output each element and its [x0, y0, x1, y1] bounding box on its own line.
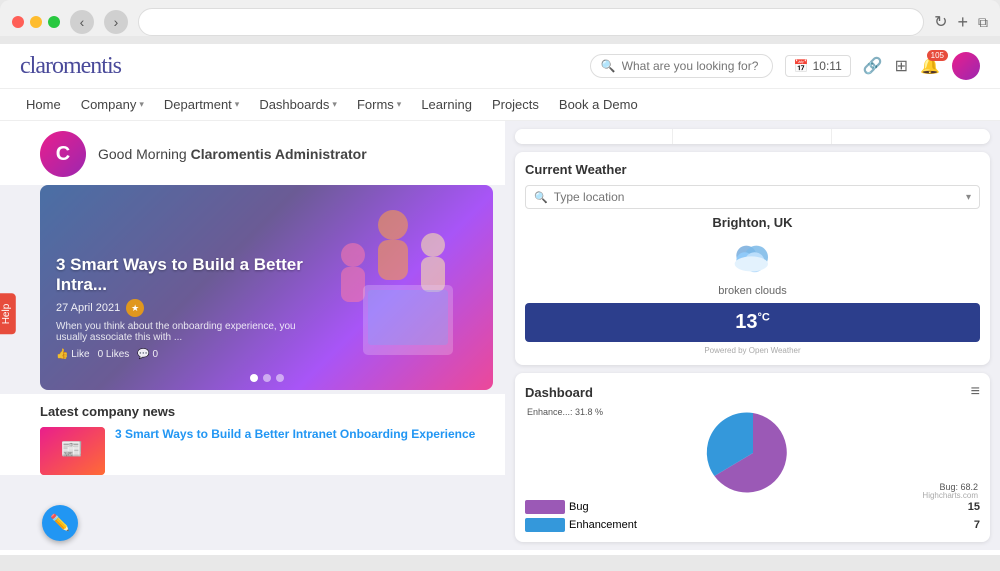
quick-access-grid: ▶ Onboarding Training ★	[515, 129, 990, 144]
nav-item-projects[interactable]: Projects	[482, 89, 549, 120]
notification-button[interactable]: 🔔 105	[920, 56, 940, 76]
nav-bar: Home Company ▾ Department ▾ Dashboards ▾…	[0, 89, 1000, 121]
hero-comments: 💬 0	[137, 349, 158, 360]
news-item: 📰 3 Smart Ways to Build a Better Intrane…	[40, 427, 493, 475]
new-tab-button[interactable]: +	[957, 12, 968, 33]
traffic-light-yellow[interactable]	[30, 16, 42, 28]
weather-description: broken clouds	[525, 285, 980, 297]
address-bar[interactable]	[138, 8, 924, 36]
quick-item-eforms[interactable]: ✓ E-forms	[832, 129, 990, 144]
weather-search-icon: 🔍	[534, 191, 548, 204]
quick-item-onboarding[interactable]: ▶ Onboarding Training	[515, 129, 673, 144]
link-icon-button[interactable]: 🔗	[863, 56, 883, 76]
weather-card: Current Weather 🔍 ▾ Brighton, UK	[515, 152, 990, 365]
legend-item-bug: Bug 15	[525, 500, 980, 514]
nav-item-home[interactable]: Home	[16, 89, 71, 120]
header-search: 🔍	[590, 54, 773, 78]
logo: claromentis	[20, 53, 121, 80]
greeting-text: Good Morning Claromentis Administrator	[98, 146, 367, 162]
carousel-dot-1[interactable]	[250, 374, 258, 382]
hero-description: When you think about the onboarding expe…	[56, 321, 305, 343]
nav-item-book-demo[interactable]: Book a Demo	[549, 89, 648, 120]
hero-banner: 3 Smart Ways to Build a Better Intra... …	[40, 185, 493, 390]
nav-item-department[interactable]: Department ▾	[154, 89, 249, 120]
dashboard-title: Dashboard	[525, 385, 593, 400]
svg-text:📰: 📰	[61, 439, 83, 459]
legend-item-enhancement: Enhancement 7	[525, 518, 980, 532]
time-display: 📅 10:11	[785, 55, 851, 77]
reload-button[interactable]: ↻	[934, 12, 947, 32]
nav-item-forms[interactable]: Forms ▾	[347, 89, 411, 120]
hero-likes-count: 0 Likes	[98, 349, 130, 360]
weather-temperature: 13°C	[525, 303, 980, 342]
hero-date: 27 April 2021	[56, 302, 120, 314]
onboarding-icon: ▶	[576, 141, 612, 144]
nav-forward-button[interactable]: ›	[104, 10, 128, 34]
edit-icon: ✏️	[50, 513, 70, 533]
dashboard-menu-button[interactable]: ≡	[971, 383, 980, 401]
edit-fab[interactable]: ✏️	[42, 505, 78, 541]
help-tab[interactable]: Help	[0, 294, 16, 335]
weather-location-display: Brighton, UK	[525, 215, 980, 230]
company-logo: C	[40, 131, 86, 177]
grid-icon-button[interactable]: ⊞	[895, 56, 908, 76]
legend-color-enhancement	[525, 518, 565, 532]
right-panel: ▶ Onboarding Training ★	[505, 121, 1000, 550]
bug-count: 15	[968, 501, 980, 513]
news-thumbnail: 📰	[40, 427, 105, 475]
carousel-dot-2[interactable]	[263, 374, 271, 382]
traffic-lights	[12, 16, 60, 28]
nav-item-learning[interactable]: Learning	[411, 89, 482, 120]
weather-dropdown-icon[interactable]: ▾	[966, 192, 971, 203]
weather-title: Current Weather	[525, 162, 980, 177]
search-input[interactable]	[622, 59, 762, 73]
browser-chrome: ‹ › ↻ + ⧉	[0, 0, 1000, 36]
greeting-area: C Good Morning Claromentis Administrator	[0, 121, 505, 185]
quick-item-badges[interactable]: ★ Badges	[673, 129, 831, 144]
enhancement-count: 7	[974, 519, 980, 531]
top-header: claromentis 🔍 📅 10:11 🔗 ⊞ 🔔 105	[0, 44, 1000, 89]
eforms-icon: ✓	[893, 141, 929, 144]
weather-icon-area	[525, 236, 980, 281]
search-icon: 🔍	[601, 59, 616, 73]
hero-like-button[interactable]: 👍 Like	[56, 349, 90, 360]
chevron-down-icon-3: ▾	[332, 99, 337, 110]
legend-color-bug	[525, 500, 565, 514]
latest-news: Latest company news 📰 3 Smart Ways to Bu…	[0, 394, 505, 475]
nav-item-dashboards[interactable]: Dashboards ▾	[249, 89, 347, 120]
badges-icon: ★	[734, 141, 770, 144]
calendar-icon: 📅	[794, 59, 809, 73]
news-link[interactable]: 3 Smart Ways to Build a Better Intranet …	[115, 427, 475, 443]
window-button[interactable]: ⧉	[978, 14, 988, 31]
chart-area: Enhance...: 31.8 % Bug: 68.2 Highcharts.…	[525, 405, 980, 500]
traffic-light-red[interactable]	[12, 16, 24, 28]
app-container: claromentis 🔍 📅 10:11 🔗 ⊞ 🔔 105 Home Com…	[0, 44, 1000, 555]
nav-item-company[interactable]: Company ▾	[71, 89, 154, 120]
avatar[interactable]	[952, 52, 980, 80]
weather-credit: Powered by Open Weather	[525, 346, 980, 355]
greeting-name: Claromentis Administrator	[191, 146, 367, 162]
chevron-down-icon-4: ▾	[397, 99, 402, 110]
chevron-down-icon: ▾	[139, 99, 144, 110]
notification-badge: 105	[927, 50, 948, 61]
nav-back-button[interactable]: ‹	[70, 10, 94, 34]
main-content: Help C Good Morning Claromentis Administ…	[0, 121, 1000, 550]
carousel-dot-3[interactable]	[276, 374, 284, 382]
latest-news-title: Latest company news	[40, 404, 493, 419]
dashboard-card: Dashboard ≡ Enhance...: 31.8 % Bug: 68.2	[515, 373, 990, 542]
hero-title: 3 Smart Ways to Build a Better Intra...	[56, 255, 305, 295]
chevron-down-icon-2: ▾	[235, 99, 240, 110]
highcharts-credit: Highcharts.com	[922, 491, 978, 500]
weather-location-input[interactable]	[554, 190, 960, 204]
left-panel: Help C Good Morning Claromentis Administ…	[0, 121, 505, 550]
dashboard-legend: Bug 15 Enhancement 7	[525, 500, 980, 532]
traffic-light-green[interactable]	[48, 16, 60, 28]
pie-label-enhance: Enhance...: 31.8 %	[527, 407, 603, 417]
